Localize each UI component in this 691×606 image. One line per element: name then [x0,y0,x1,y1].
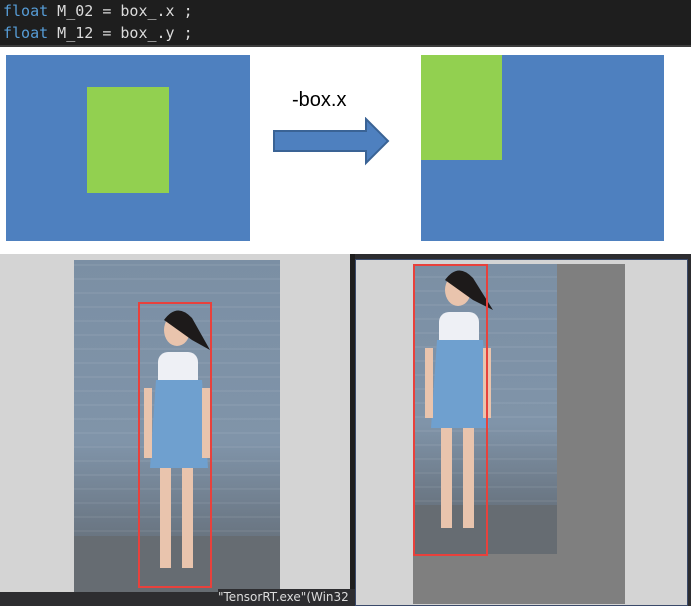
original-photo-panel [0,254,350,592]
right-arrow-icon [273,117,390,166]
result-box-rect [421,55,502,160]
code-line-2: float M_12 = box_.y ; [3,22,193,44]
detection-box-original [138,302,212,588]
translation-diagram: -box.x [0,47,691,253]
code-text: M_12 = box_.y ; [48,24,193,42]
output-window-text: "TensorRT.exe"(Win32 [218,589,355,606]
padding-bottom [413,554,557,604]
code-line-1: float M_02 = box_.x ; [3,0,193,22]
arrow-label: -box.x [292,89,347,111]
code-keyword: float [3,2,49,20]
source-box-rect [87,87,169,193]
code-text: M_02 = box_.x ; [48,2,193,20]
detection-box-warped [413,264,488,556]
code-keyword: float [3,24,49,42]
padding-right [557,264,625,604]
photo-panels: "TensorRT.exe"(Win32 [0,254,691,606]
code-editor-strip: float M_02 = box_.x ; float M_12 = box_.… [0,0,691,47]
warped-photo-panel [355,259,688,606]
